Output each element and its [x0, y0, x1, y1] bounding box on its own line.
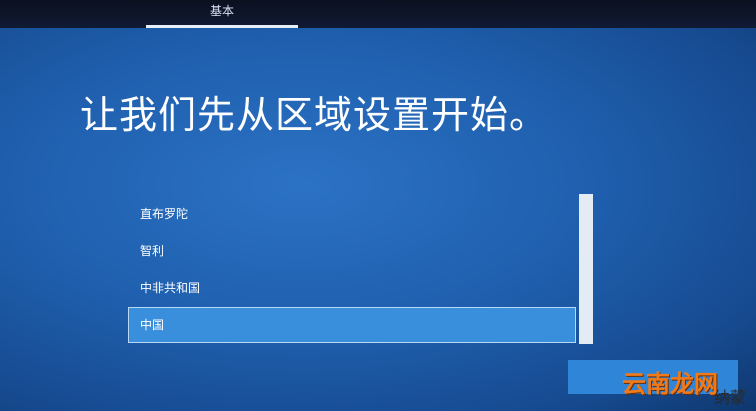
scrollbar-thumb[interactable]: [579, 194, 593, 344]
region-item-china[interactable]: 中国: [128, 307, 576, 343]
tab-active-indicator: [146, 25, 298, 28]
setup-screen: 基本 让我们先从区域设置开始。 直布罗陀 智利 中非共和国 中国 云南龙网 纳蒙: [0, 0, 756, 411]
region-list-scrollbar[interactable]: [579, 194, 593, 344]
region-list[interactable]: 直布罗陀 智利 中非共和国 中国: [128, 194, 576, 344]
region-item-central-african-republic[interactable]: 中非共和国: [128, 270, 576, 306]
confirm-button[interactable]: [568, 360, 738, 394]
region-item-gibraltar[interactable]: 直布罗陀: [128, 196, 576, 232]
region-item-chile[interactable]: 智利: [128, 233, 576, 269]
tab-basic[interactable]: 基本: [146, 0, 298, 28]
top-bar: 基本: [0, 0, 756, 28]
page-title: 让我们先从区域设置开始。: [80, 93, 549, 137]
